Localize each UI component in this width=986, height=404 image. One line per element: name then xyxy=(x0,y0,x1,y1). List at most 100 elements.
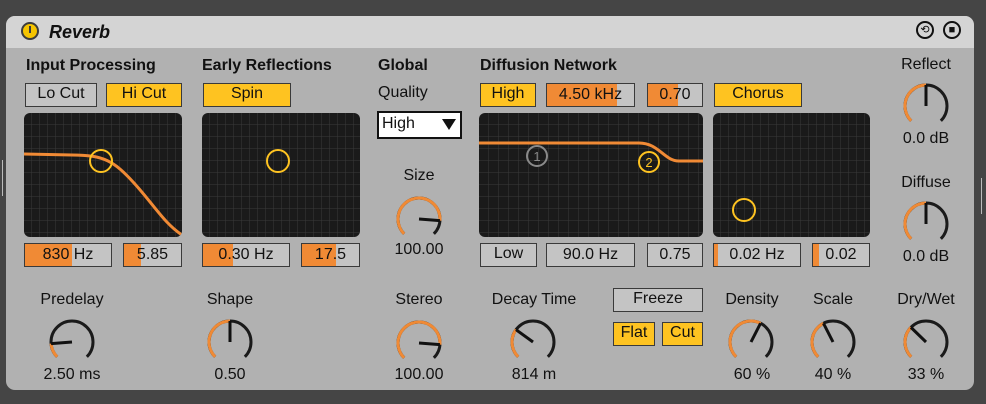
decay-time-knob[interactable] xyxy=(507,316,559,368)
chorus-svg xyxy=(713,113,870,237)
decay-time-label: Decay Time xyxy=(491,291,577,308)
reflect-value: 0.0 dB xyxy=(902,130,950,147)
chorus-rate-value: 0.02 Hz xyxy=(729,246,785,263)
diffuse-value: 0.0 dB xyxy=(902,248,950,265)
scale-value: 40 % xyxy=(814,366,852,383)
diffuse-knob[interactable] xyxy=(900,198,952,250)
high-freq-value: 4.50 kHz xyxy=(558,86,623,103)
input-freq-box[interactable]: 830 Hz xyxy=(24,243,112,267)
early-reflections-title: Early Reflections xyxy=(202,57,332,74)
knob-value-arc xyxy=(396,196,442,235)
cut-button[interactable]: Cut xyxy=(662,322,703,346)
quality-label: Quality xyxy=(378,84,428,101)
knob-needle xyxy=(515,328,534,344)
scale-knob[interactable] xyxy=(807,316,859,368)
input-filter-graph[interactable] xyxy=(24,113,182,237)
low-freq-value: 90.0 Hz xyxy=(562,246,619,263)
device-title: Reverb xyxy=(49,22,111,42)
size-knob[interactable] xyxy=(393,193,445,245)
predelay-label: Predelay xyxy=(40,291,104,308)
knob-needle xyxy=(749,322,762,343)
diffusion-graph[interactable]: 1 2 xyxy=(479,113,703,237)
decay-time-value: 814 m xyxy=(511,366,557,383)
input-width-value: 5.85 xyxy=(136,246,169,263)
spin-depth-box[interactable]: 17.5 xyxy=(301,243,360,267)
density-value: 60 % xyxy=(733,366,771,383)
knob-track xyxy=(49,319,95,358)
dropdown-arrow-icon xyxy=(442,119,456,130)
shape-knob[interactable] xyxy=(204,316,256,368)
early-reflections-svg xyxy=(202,113,360,237)
global-title: Global xyxy=(378,57,428,74)
stereo-value: 100.00 xyxy=(394,366,444,383)
knob-needle xyxy=(909,326,928,344)
predelay-knob[interactable] xyxy=(46,316,98,368)
knob-value-arc xyxy=(903,326,913,358)
knob-value-arc xyxy=(903,201,927,240)
knob-value-arc xyxy=(810,321,825,358)
chorus-amount-box[interactable]: 0.02 xyxy=(812,243,870,267)
knob-needle xyxy=(418,217,441,223)
input-freq-value: 830 Hz xyxy=(42,246,94,263)
scale-label: Scale xyxy=(812,291,854,308)
knob-needle xyxy=(822,322,835,343)
chorus-amount-value: 0.02 xyxy=(825,246,857,263)
high-freq-box[interactable]: 4.50 kHz xyxy=(546,83,635,107)
reverb-device: Reverb ⟲ ■ Input Processing Lo Cut Hi Cu… xyxy=(6,16,974,390)
spin-depth-value: 17.5 xyxy=(314,246,347,263)
early-reflections-graph[interactable] xyxy=(202,113,360,237)
size-value: 100.00 xyxy=(394,241,444,258)
chorus-button[interactable]: Chorus xyxy=(714,83,802,107)
spin-amount-box[interactable]: 0.30 Hz xyxy=(202,243,290,267)
knob-track xyxy=(903,319,949,358)
knob-needle xyxy=(418,341,441,347)
chorus-rate-box[interactable]: 0.02 Hz xyxy=(713,243,801,267)
predelay-value: 2.50 ms xyxy=(43,366,101,383)
low-ratio-value: 0.75 xyxy=(659,246,691,263)
dry-wet-value: 33 % xyxy=(907,366,945,383)
knob-needle xyxy=(50,340,73,346)
quality-select[interactable]: High xyxy=(377,111,462,139)
save-preset-icon[interactable]: ■ xyxy=(943,21,961,39)
quality-value: High xyxy=(382,115,415,132)
chorus-graph[interactable] xyxy=(713,113,870,237)
dry-wet-knob[interactable] xyxy=(900,316,952,368)
high-ratio-box[interactable]: 0.70 xyxy=(647,83,703,107)
knob-value-arc xyxy=(903,83,927,122)
input-width-box[interactable]: 5.85 xyxy=(123,243,182,267)
knob-value-arc xyxy=(49,343,59,358)
knob-value-arc xyxy=(510,328,520,358)
right-edge-marker xyxy=(981,178,982,214)
reflect-knob[interactable] xyxy=(900,80,952,132)
size-label: Size xyxy=(403,167,435,184)
low-point-number: 1 xyxy=(533,149,540,164)
reflect-label: Reflect xyxy=(901,56,951,73)
knob-value-arc xyxy=(728,319,762,358)
freeze-button[interactable]: Freeze xyxy=(613,288,703,312)
hi-cut-button[interactable]: Hi Cut xyxy=(106,83,182,107)
knob-track xyxy=(510,319,556,358)
diffusion-network-title: Diffusion Network xyxy=(480,57,617,74)
lo-cut-button[interactable]: Lo Cut xyxy=(25,83,97,107)
dry-wet-label: Dry/Wet xyxy=(897,291,955,308)
low-freq-box[interactable]: 90.0 Hz xyxy=(546,243,635,267)
flat-button[interactable]: Flat xyxy=(613,322,655,346)
low-ratio-box[interactable]: 0.75 xyxy=(647,243,703,267)
power-toggle-icon[interactable] xyxy=(21,22,39,40)
input-processing-title: Input Processing xyxy=(26,57,156,74)
hot-swap-icon[interactable]: ⟲ xyxy=(916,21,934,39)
shape-value: 0.50 xyxy=(214,366,246,383)
high-ratio-value: 0.70 xyxy=(659,86,691,103)
left-edge-marker xyxy=(2,160,3,196)
shape-label: Shape xyxy=(206,291,254,308)
spin-amount-value: 0.30 Hz xyxy=(218,246,274,263)
density-label: Density xyxy=(725,291,779,308)
high-shelf-button[interactable]: High xyxy=(480,83,536,107)
density-knob[interactable] xyxy=(725,316,777,368)
high-point-number: 2 xyxy=(645,155,652,170)
stereo-knob[interactable] xyxy=(393,317,445,369)
spin-button[interactable]: Spin xyxy=(203,83,291,107)
chorus-rate-fill xyxy=(714,244,719,266)
diffuse-label: Diffuse xyxy=(901,174,951,191)
low-shelf-button[interactable]: Low xyxy=(480,243,537,267)
